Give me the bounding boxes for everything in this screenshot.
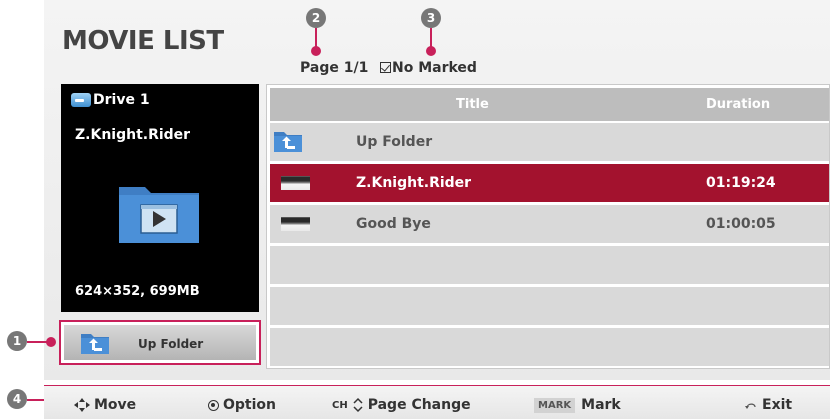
drive-name: Drive 1 — [93, 92, 150, 108]
movie-thumbnail-icon — [281, 176, 310, 190]
checkbox-icon — [380, 62, 391, 73]
up-folder-icon — [274, 132, 302, 152]
list-row-selected[interactable]: Z.Knight.Rider 01:19:24 — [270, 164, 829, 202]
list-header: Title Duration — [270, 88, 829, 121]
callout-pin-2 — [311, 46, 321, 56]
option-hint[interactable]: Option — [208, 397, 276, 413]
mark-key-badge: MARK — [534, 397, 576, 413]
list-row[interactable]: Good Bye 01:00:05 — [270, 205, 829, 243]
list-row-empty — [270, 328, 829, 366]
row-duration: 01:19:24 — [706, 175, 776, 191]
callout-pin-3 — [426, 46, 436, 56]
movie-thumbnail-icon — [281, 217, 310, 231]
up-folder-button-label: Up Folder — [138, 337, 204, 351]
move-label: Move — [94, 397, 137, 413]
callout-badge-3: 3 — [421, 8, 441, 28]
callout-badge-1: 1 — [7, 331, 27, 351]
exit-label: Exit — [762, 397, 793, 413]
preview-file-info: 624×352, 699MB — [75, 284, 200, 299]
ch-up-down-icon — [353, 397, 363, 413]
up-folder-button[interactable]: Up Folder — [59, 320, 261, 365]
option-label: Option — [223, 397, 276, 413]
drive-label: Drive 1 — [71, 92, 150, 108]
video-folder-icon — [119, 187, 199, 243]
row-title: Z.Knight.Rider — [356, 175, 472, 191]
list-row-empty — [270, 246, 829, 284]
bottom-help-bar: Move Option CH Page Change MARK Mark Exi… — [44, 385, 830, 419]
callout-badge-4: 4 — [7, 389, 27, 409]
row-title: Good Bye — [356, 216, 431, 232]
preview-panel: Drive 1 Z.Knight.Rider 624×352, 699MB — [61, 84, 259, 312]
movie-file-list: Title Duration Up Folder Z.Knight.Rider … — [266, 84, 830, 369]
mark-label: Mark — [581, 397, 621, 413]
back-return-icon — [745, 403, 756, 409]
column-header-duration: Duration — [706, 97, 771, 112]
up-folder-button-face: Up Folder — [64, 325, 256, 360]
page-indicator: Page 1/1 — [300, 60, 369, 76]
page-change-hint[interactable]: CH Page Change — [332, 397, 471, 413]
row-title: Up Folder — [356, 134, 433, 150]
ok-button-icon — [208, 399, 219, 411]
ch-key-label: CH — [332, 399, 348, 411]
row-duration: 01:00:05 — [706, 216, 776, 232]
page-title: MOVIE LIST — [62, 26, 224, 56]
marked-status: No Marked — [380, 60, 477, 76]
exit-hint[interactable]: Exit — [744, 397, 792, 413]
list-row-empty — [270, 287, 829, 325]
mark-hint[interactable]: MARK Mark — [534, 397, 621, 413]
page-change-label: Page Change — [367, 397, 471, 413]
up-folder-icon — [81, 334, 109, 354]
usb-drive-icon — [71, 93, 91, 107]
marked-status-label: No Marked — [392, 60, 477, 76]
callout-pin-1 — [46, 337, 56, 347]
preview-file-name: Z.Knight.Rider — [75, 127, 191, 143]
column-header-title: Title — [456, 97, 489, 112]
move-hint[interactable]: Move — [74, 397, 136, 413]
callout-badge-2: 2 — [306, 8, 326, 28]
list-row-up-folder[interactable]: Up Folder — [270, 123, 829, 161]
arrow-keys-icon — [74, 398, 90, 412]
